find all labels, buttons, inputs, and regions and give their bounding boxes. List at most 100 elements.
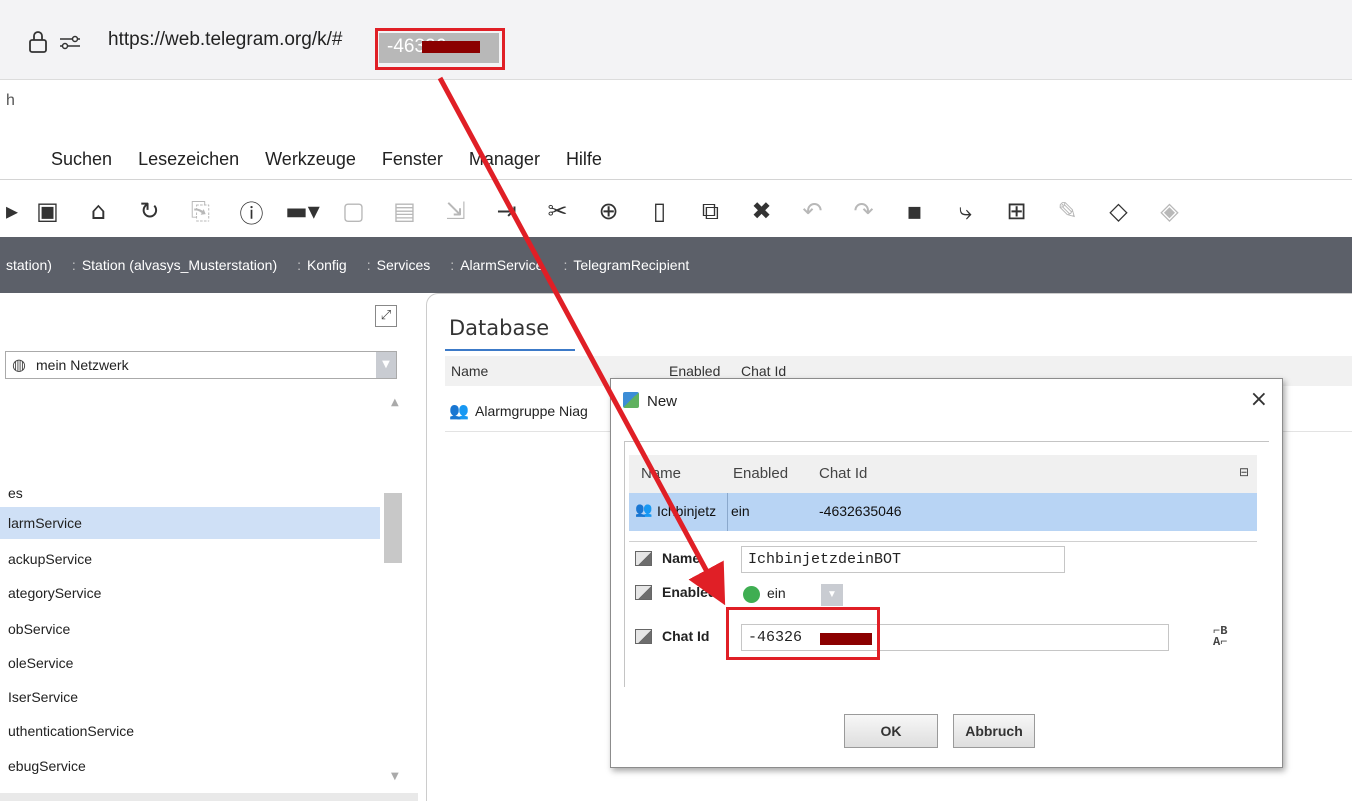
group-icon: 👥 bbox=[635, 501, 653, 517]
cancel-button[interactable]: Abbruch bbox=[953, 714, 1035, 748]
menu-bar: Suchen Lesezeichen Werkzeuge Fenster Man… bbox=[0, 140, 1352, 180]
tab-underline bbox=[445, 349, 575, 351]
grid-header: Name Enabled Chat Id ⊟ bbox=[629, 455, 1257, 493]
menu-werkzeuge[interactable]: Werkzeuge bbox=[252, 149, 369, 170]
prop-row-name: Name IchbinjetzdeinBOT bbox=[629, 542, 1257, 576]
expand-icon[interactable]: ⤢ bbox=[375, 305, 397, 327]
duplicate-icon[interactable]: ⧉ bbox=[685, 193, 736, 229]
info-icon[interactable]: ⓘ bbox=[226, 193, 277, 229]
enabled-select[interactable]: ein ▼ bbox=[737, 582, 845, 606]
app-icon bbox=[623, 392, 639, 408]
prop-row-chatid: Chat Id -46326 ⌐B A⌐ bbox=[629, 620, 1257, 654]
lock-icon[interactable] bbox=[28, 30, 48, 54]
column-header-enabled[interactable]: Enabled bbox=[669, 363, 720, 379]
globe-icon: ◍ bbox=[12, 355, 26, 374]
property-sheet: Name IchbinjetzdeinBOT Enabled ein ▼ Cha… bbox=[629, 541, 1257, 684]
tree-item[interactable]: oleService bbox=[0, 647, 380, 679]
folder-dropdown-icon[interactable]: ▬▾ bbox=[277, 193, 328, 229]
delete-icon[interactable]: ✖ bbox=[736, 193, 787, 229]
panel-bottom-bar bbox=[0, 793, 418, 801]
back-icon[interactable]: ▸ bbox=[2, 193, 22, 229]
nav-tree-panel: ⤢ ◍ mein Netzwerk ▼ ▲ es larmService ack… bbox=[0, 293, 418, 801]
menu-lesezeichen[interactable]: Lesezeichen bbox=[125, 149, 252, 170]
chevron-down-icon[interactable]: ▼ bbox=[376, 352, 396, 378]
scroll-down-icon[interactable]: ▼ bbox=[391, 771, 399, 782]
tune-icon[interactable] bbox=[58, 32, 82, 52]
menu-suchen[interactable]: Suchen bbox=[38, 149, 125, 170]
home-icon[interactable]: ⌂ bbox=[73, 193, 124, 229]
network-select-value: mein Netzwerk bbox=[36, 357, 129, 373]
tree-item[interactable]: es bbox=[0, 477, 380, 509]
breadcrumb-item[interactable]: : Konfig bbox=[297, 257, 347, 273]
grid-cell-name: Ichbinjetz bbox=[657, 503, 717, 519]
tree-item-selected[interactable]: larmService bbox=[0, 507, 380, 539]
slot-icon bbox=[635, 629, 652, 644]
highlight-box-chatid bbox=[726, 607, 880, 660]
prop-row-enabled: Enabled ein ▼ bbox=[629, 576, 1257, 610]
copy-icon[interactable]: ⊕ bbox=[583, 193, 634, 229]
tag2-disabled-icon[interactable]: ◈ bbox=[1144, 193, 1195, 229]
ok-button[interactable]: OK bbox=[844, 714, 938, 748]
url-text[interactable]: https://web.telegram.org/k/# bbox=[108, 29, 342, 51]
chevron-down-icon[interactable]: ▼ bbox=[821, 584, 843, 606]
column-chooser-icon[interactable]: ⊟ bbox=[1239, 465, 1249, 479]
copy-disabled-icon[interactable]: ⎘ bbox=[175, 193, 226, 229]
camera2-icon[interactable]: ▪ bbox=[889, 193, 940, 229]
breadcrumb-item[interactable]: : Services bbox=[367, 257, 431, 273]
url-icons bbox=[28, 30, 82, 54]
status-dot-icon bbox=[743, 586, 760, 603]
grid-col-name[interactable]: Name bbox=[641, 465, 681, 482]
tree-item[interactable]: obService bbox=[0, 613, 380, 645]
close-icon[interactable]: × bbox=[1250, 387, 1268, 412]
tree-item[interactable]: uthenticationService bbox=[0, 715, 380, 747]
tree-item[interactable]: ategoryService bbox=[0, 577, 380, 609]
row-name: Alarmgruppe Niag bbox=[475, 403, 588, 419]
edit-disabled-icon[interactable]: ✎ bbox=[1042, 193, 1093, 229]
refresh-icon[interactable]: ↻ bbox=[124, 193, 175, 229]
prop-label-chatid: Chat Id bbox=[662, 628, 710, 644]
dialog-title: New bbox=[647, 393, 678, 410]
export-icon[interactable]: ⇥ bbox=[481, 193, 532, 229]
breadcrumb-item[interactable]: : AlarmService bbox=[450, 257, 543, 273]
paste-icon[interactable]: ▯ bbox=[634, 193, 685, 229]
menu-fenster[interactable]: Fenster bbox=[369, 149, 456, 170]
grid-col-enabled[interactable]: Enabled bbox=[733, 465, 788, 482]
tree-item[interactable]: IserService bbox=[0, 681, 380, 713]
link-icon[interactable]: ⤷ bbox=[940, 193, 991, 229]
text-format-icon[interactable]: ⌐B A⌐ bbox=[1213, 625, 1227, 648]
scrollbar-thumb[interactable] bbox=[384, 493, 402, 563]
grid-col-chatid[interactable]: Chat Id bbox=[819, 465, 867, 482]
undo-disabled-icon[interactable]: ↶ bbox=[787, 193, 838, 229]
camera-icon[interactable]: ▣ bbox=[22, 193, 73, 229]
scroll-up-icon[interactable]: ▲ bbox=[391, 397, 399, 408]
cut-icon[interactable]: ✂ bbox=[532, 193, 583, 229]
menu-hilfe[interactable]: Hilfe bbox=[553, 149, 615, 170]
group-icon: 👥 bbox=[449, 403, 469, 420]
new-icon[interactable]: ⊞ bbox=[991, 193, 1042, 229]
menu-manager[interactable]: Manager bbox=[456, 149, 553, 170]
column-header-chatid[interactable]: Chat Id bbox=[741, 363, 786, 379]
redo-disabled-icon[interactable]: ↷ bbox=[838, 193, 889, 229]
tag-icon[interactable]: ◇ bbox=[1093, 193, 1144, 229]
export-disabled-icon[interactable]: ⇲ bbox=[430, 193, 481, 229]
enabled-value: ein bbox=[767, 585, 786, 601]
slot-icon bbox=[635, 551, 652, 566]
grid-row-selected[interactable]: 👥 Ichbinjetz ein -4632635046 bbox=[629, 493, 1257, 531]
save-disabled-icon[interactable]: ▢ bbox=[328, 193, 379, 229]
breadcrumb-item[interactable]: station) bbox=[6, 257, 52, 273]
tree-item[interactable]: ebugService bbox=[0, 750, 380, 782]
column-divider bbox=[727, 493, 728, 531]
breadcrumb-item[interactable]: : TelegramRecipient bbox=[563, 257, 689, 273]
browser-url-bar: https://web.telegram.org/k/# -46326 bbox=[0, 0, 1352, 80]
database-title: Database bbox=[449, 316, 550, 340]
name-field[interactable]: IchbinjetzdeinBOT bbox=[741, 546, 1065, 573]
network-select[interactable]: ◍ mein Netzwerk ▼ bbox=[5, 351, 397, 379]
breadcrumb-item[interactable]: : Station (alvasys_Musterstation) bbox=[72, 257, 277, 273]
column-header-name[interactable]: Name bbox=[451, 363, 488, 379]
slot-icon bbox=[635, 585, 652, 600]
window-title-fragment: h bbox=[6, 92, 15, 109]
grid-cell-enabled: ein bbox=[731, 503, 750, 519]
new-dialog: New × Name Enabled Chat Id ⊟ 👥 Ichbinjet… bbox=[610, 378, 1283, 768]
save-all-disabled-icon[interactable]: ▤ bbox=[379, 193, 430, 229]
tree-item[interactable]: ackupService bbox=[0, 543, 380, 575]
